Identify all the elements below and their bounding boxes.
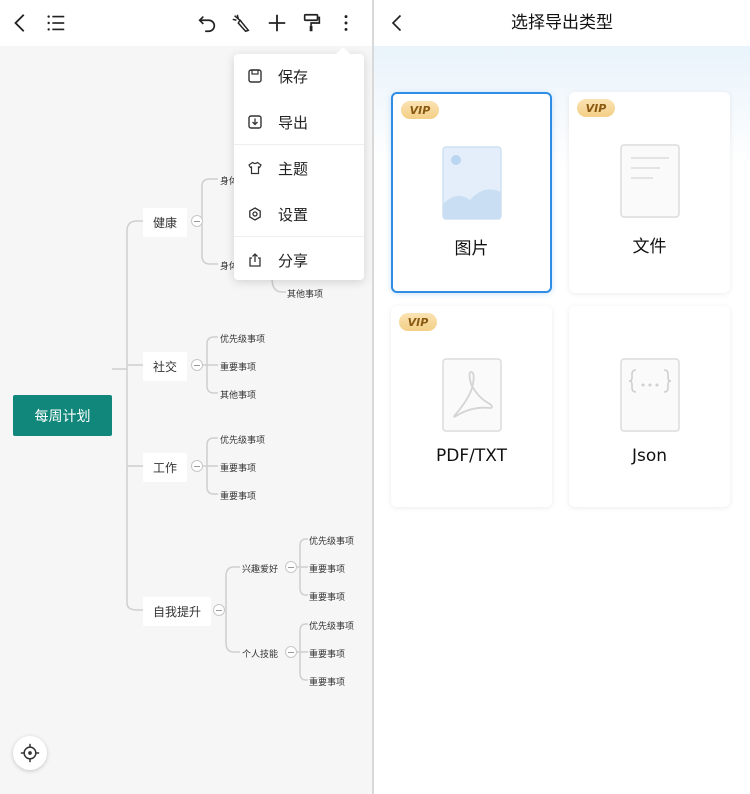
chevron-left-icon (391, 14, 402, 32)
menu-divider (234, 236, 364, 237)
option-label: 图片 (454, 239, 489, 259)
menu-item-theme[interactable]: 主题 (234, 146, 364, 190)
back-button[interactable] (6, 8, 36, 38)
node-skills-child-2[interactable]: 重要事项 (309, 647, 345, 660)
node-work[interactable]: 工作 (143, 453, 188, 482)
node-health-child-3[interactable]: 其他事项 (287, 287, 323, 300)
outline-button[interactable] (41, 8, 71, 38)
back-button[interactable] (384, 9, 412, 37)
vip-badge: VIP (401, 101, 439, 119)
collapse-toggle[interactable] (285, 646, 297, 658)
paint-roller-icon (303, 13, 321, 32)
add-node-button[interactable] (262, 8, 292, 38)
node-hobby-child-3[interactable]: 重要事项 (309, 590, 345, 603)
menu-item-label: 主题 (278, 159, 309, 178)
format-painter-button[interactable] (297, 8, 327, 38)
vip-badge: VIP (577, 99, 615, 117)
node-skills[interactable]: 个人技能 (242, 647, 278, 660)
node-social-child-1[interactable]: 优先级事项 (220, 332, 265, 345)
node-hobby-child-1[interactable]: 优先级事项 (309, 534, 354, 547)
share-icon (248, 253, 262, 267)
node-skills-child-3[interactable]: 重要事项 (309, 675, 345, 688)
export-icon (248, 115, 262, 129)
editor-toolbar (0, 0, 372, 46)
export-option-json[interactable]: Json (569, 306, 730, 507)
export-type-screen: 选择导出类型 VIP 图片 VIP 文件 VIP PDF/TXT Json (374, 0, 750, 794)
image-icon (441, 146, 502, 220)
more-menu: 保存 导出 主题 设置 分享 (234, 47, 364, 282)
save-icon (248, 69, 262, 83)
locate-button[interactable] (13, 736, 47, 770)
menu-divider (234, 144, 364, 145)
menu-item-label: 保存 (278, 67, 309, 86)
chevron-left-icon (14, 14, 25, 32)
node-work-child-3[interactable]: 重要事项 (220, 489, 256, 502)
list-icon (47, 15, 65, 31)
undo-icon (198, 15, 216, 33)
menu-item-share[interactable]: 分享 (234, 238, 364, 282)
export-option-pdf-txt[interactable]: VIP PDF/TXT (391, 306, 552, 507)
menu-item-label: 导出 (278, 113, 309, 132)
collapse-toggle[interactable] (213, 604, 225, 616)
page-title: 选择导出类型 (511, 13, 613, 33)
magic-wand-icon (232, 14, 250, 33)
node-work-child-1[interactable]: 优先级事项 (220, 433, 265, 446)
plus-icon (268, 14, 286, 32)
export-option-document[interactable]: VIP 文件 (569, 92, 730, 293)
menu-item-label: 分享 (278, 251, 309, 270)
node-skills-child-1[interactable]: 优先级事项 (309, 619, 354, 632)
menu-item-save[interactable]: 保存 (234, 54, 364, 98)
node-health[interactable]: 健康 (143, 208, 188, 237)
node-hobby-child-2[interactable]: 重要事项 (309, 562, 345, 575)
pdf-icon (441, 358, 502, 432)
menu-item-settings[interactable]: 设置 (234, 192, 364, 236)
mindmap-editor: 每周计划 健康 身体 身体 其他事项 社交 优先级事项 重要事项 其他事项 工作… (0, 0, 372, 794)
export-header: 选择导出类型 (374, 0, 750, 46)
theme-icon (248, 161, 262, 175)
crosshair-icon (20, 743, 40, 763)
option-label: 文件 (632, 237, 667, 257)
option-label: Json (631, 446, 668, 466)
json-icon (619, 358, 680, 432)
export-option-image[interactable]: VIP 图片 (391, 92, 552, 293)
root-node[interactable]: 每周计划 (13, 395, 112, 436)
node-self-improvement[interactable]: 自我提升 (143, 597, 212, 626)
option-label: PDF/TXT (436, 446, 507, 466)
style-button[interactable] (226, 8, 256, 38)
more-vertical-icon (344, 15, 348, 31)
menu-item-export[interactable]: 导出 (234, 100, 364, 144)
vip-badge: VIP (399, 313, 437, 331)
node-social-child-2[interactable]: 重要事项 (220, 360, 256, 373)
collapse-toggle[interactable] (191, 460, 203, 472)
collapse-toggle[interactable] (191, 359, 203, 371)
node-hobby[interactable]: 兴趣爱好 (242, 562, 278, 575)
node-work-child-2[interactable]: 重要事项 (220, 461, 256, 474)
settings-icon (248, 207, 262, 221)
node-social-child-3[interactable]: 其他事项 (220, 388, 256, 401)
node-social[interactable]: 社交 (143, 352, 188, 381)
menu-item-label: 设置 (278, 205, 309, 224)
document-icon (619, 144, 680, 218)
more-button[interactable] (331, 8, 361, 38)
collapse-toggle[interactable] (285, 561, 297, 573)
collapse-toggle[interactable] (191, 215, 203, 227)
undo-button[interactable] (192, 8, 222, 38)
